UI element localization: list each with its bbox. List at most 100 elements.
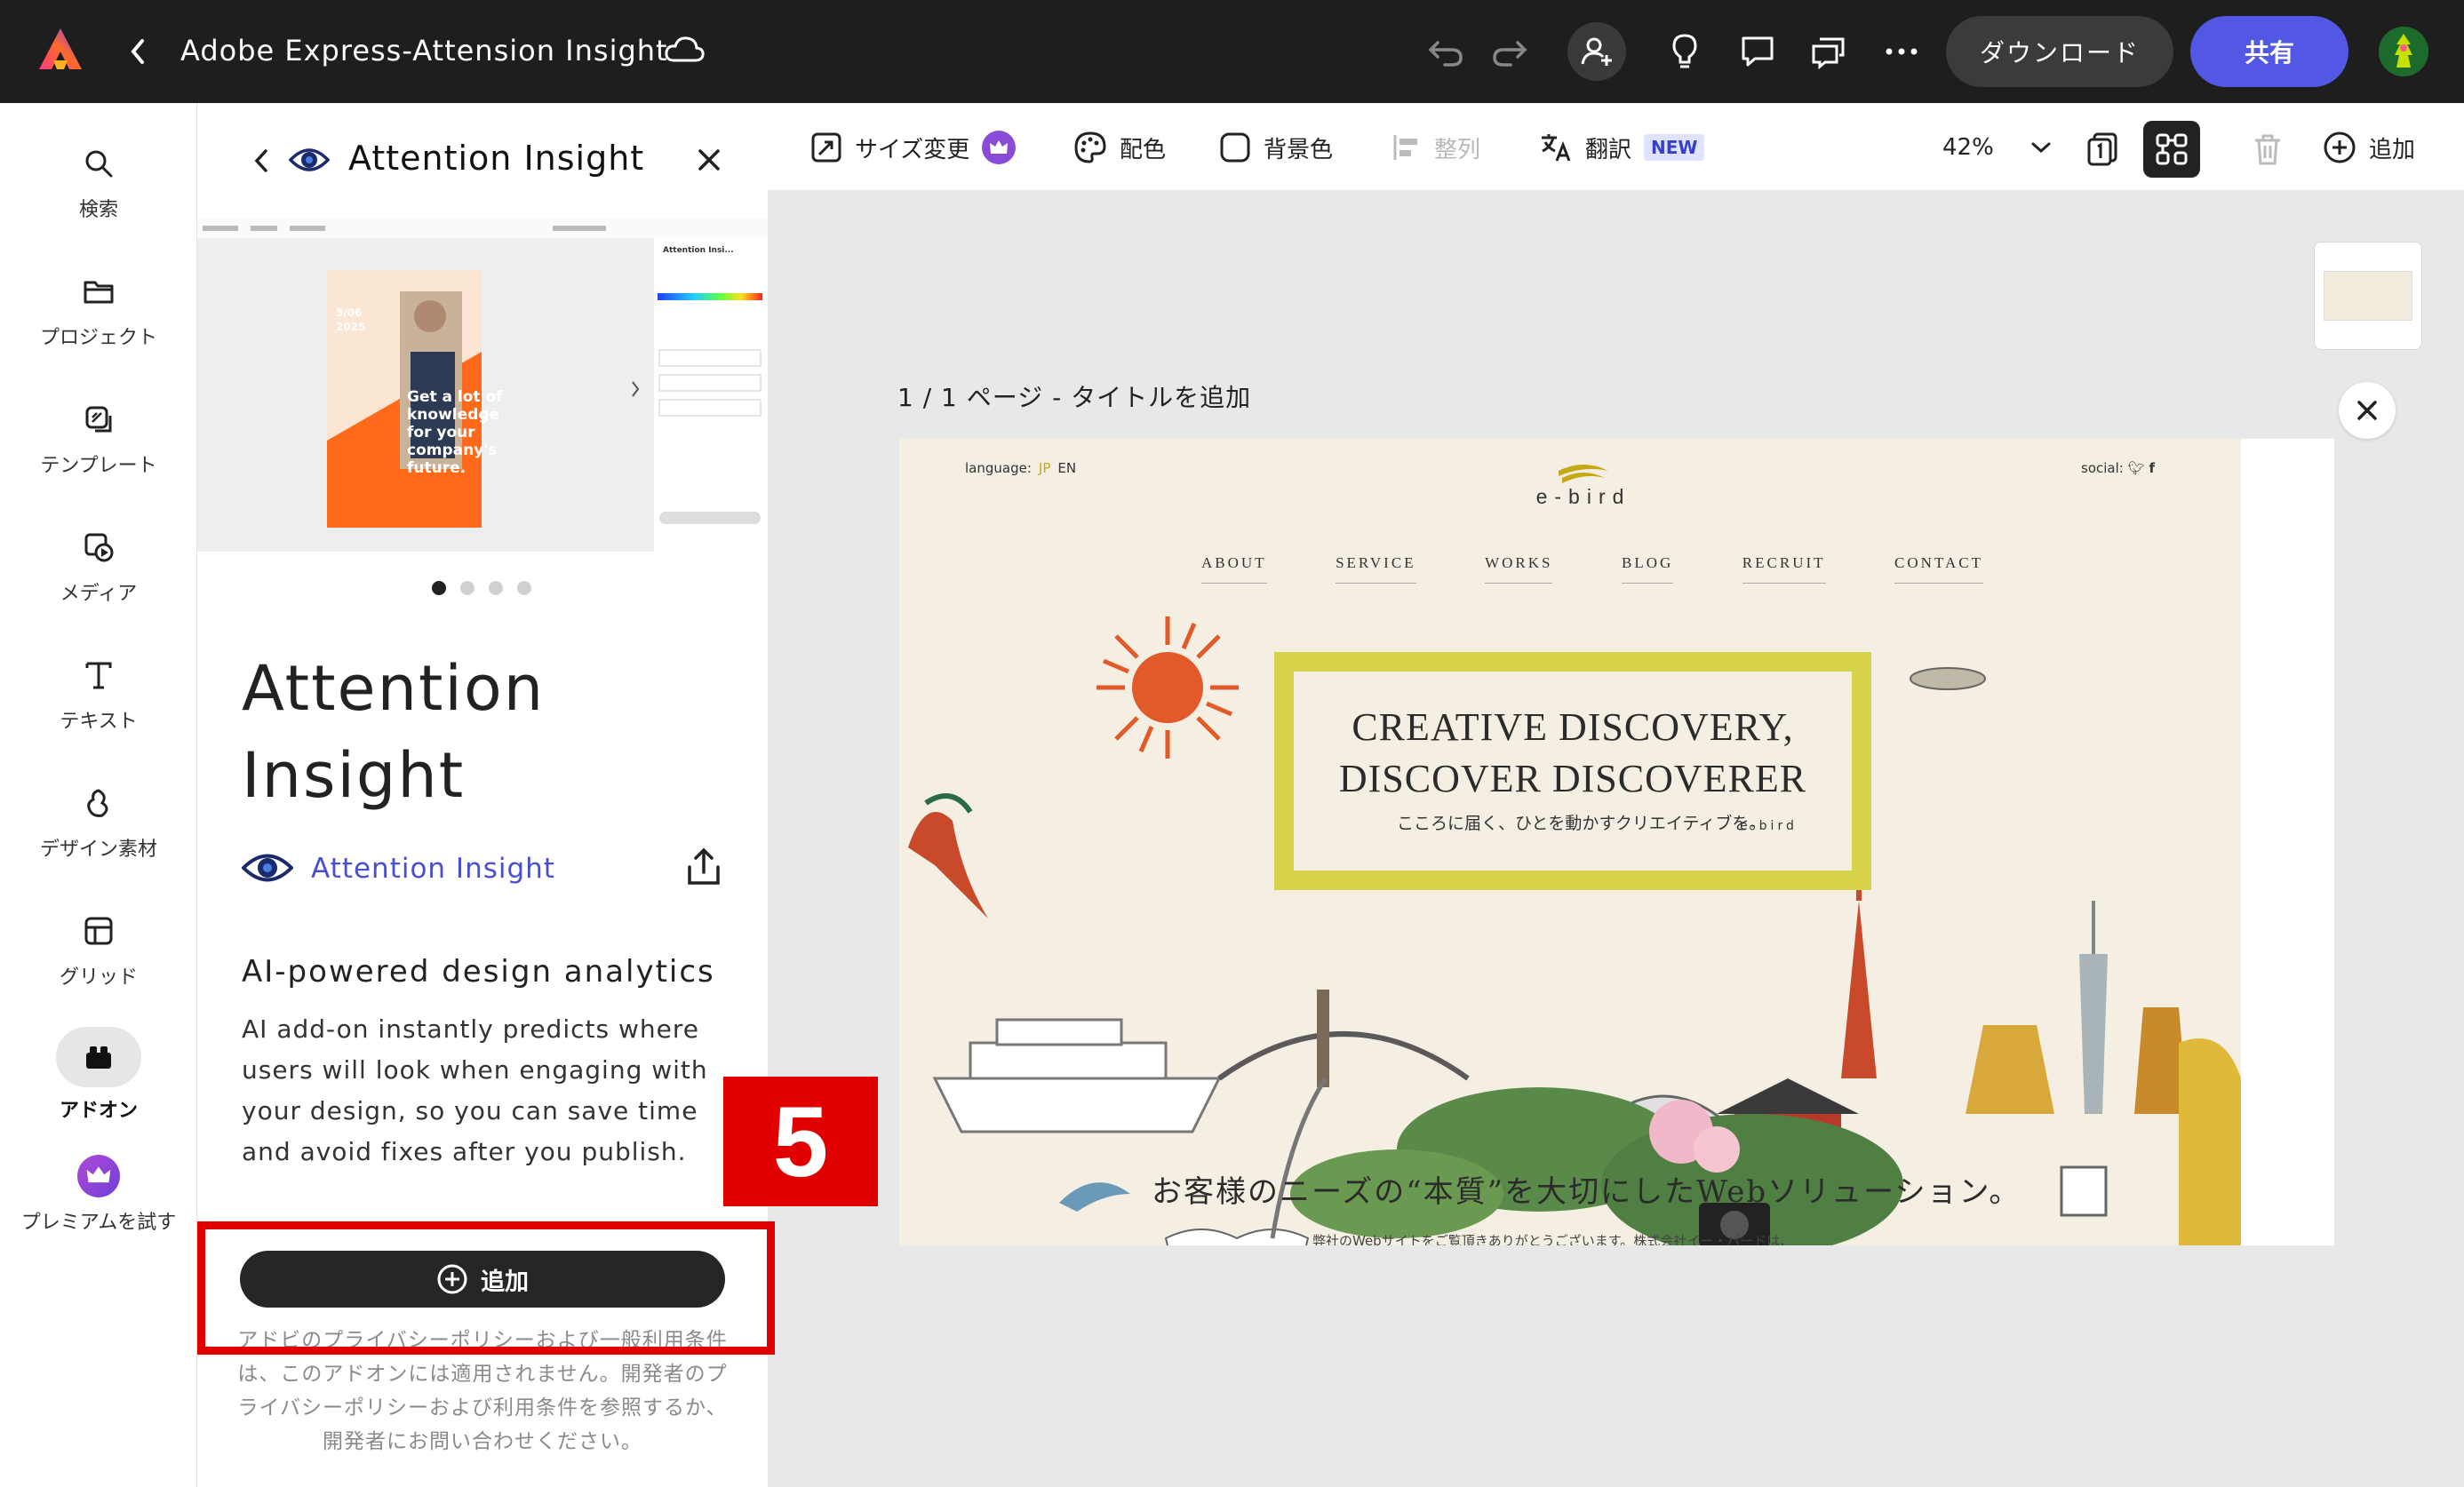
download-button[interactable]: ダウンロード <box>1946 16 2173 87</box>
addon-icon <box>56 1027 141 1087</box>
ebird-logo-text: e-bird <box>1535 485 1631 508</box>
page-title-label[interactable]: 1 / 1 ページ - タイトルを追加 <box>897 378 1251 414</box>
carousel-dot[interactable] <box>432 581 446 595</box>
background-color-button[interactable]: 背景色 <box>1219 130 1333 165</box>
translate-label: 翻訳 <box>1585 136 1632 163</box>
crown-icon <box>982 131 1017 164</box>
add-label: 追加 <box>2369 136 2416 163</box>
addon-title: Attention Insight <box>242 652 546 812</box>
rail-item-templates[interactable]: テンプレート <box>0 386 197 501</box>
resize-icon <box>811 132 841 163</box>
attention-insight-eye-icon <box>289 148 330 171</box>
rail-item-addons[interactable]: アドオン <box>0 1023 197 1139</box>
site-intro-text: 弊社のWebサイトをご覧頂きありがとうございます。株式会社イー・バードは、 <box>1312 1233 1794 1245</box>
translate-button[interactable]: 翻訳 NEW <box>1539 130 1705 165</box>
lightbulb-icon[interactable] <box>1658 25 1711 78</box>
page-number-icon[interactable] <box>2074 121 2131 178</box>
close-icon[interactable] <box>695 146 723 174</box>
rail-label: プロジェクト <box>39 327 157 349</box>
comment-icon[interactable] <box>1731 25 1784 78</box>
resize-button[interactable]: サイズ変更 <box>810 130 1017 165</box>
step-number-badge: 5 <box>723 1077 878 1206</box>
hero-sub-logo: e-bird <box>1740 819 1798 833</box>
present-icon[interactable] <box>1802 25 1855 78</box>
site-nav-item: CONTACT <box>1894 554 1983 584</box>
panel-title: Attention Insight <box>348 139 645 178</box>
color-palette-button[interactable]: 配色 <box>1073 130 1166 165</box>
carousel-dot[interactable] <box>460 581 474 595</box>
top-bar: Adobe Express-Attension Insight ダウンロード 共… <box>0 0 2464 103</box>
artboard[interactable]: language: JP EN social: 🐦︎ f e-bird ABOUT … <box>899 439 2334 1245</box>
carousel-dot[interactable] <box>517 581 531 595</box>
rail-label: アドオン <box>59 1100 138 1122</box>
hero-heading: CREATIVE DISCOVERY, DISCOVER DISCOVERER <box>1338 705 1807 800</box>
svg-text:knowledge: knowledge <box>407 406 499 424</box>
adobe-express-logo[interactable] <box>37 27 84 73</box>
social-links: social: 🐦︎ f <box>2081 460 2155 476</box>
rail-item-media[interactable]: メディア <box>0 513 197 629</box>
document-title[interactable]: Adobe Express-Attension Insight <box>180 34 668 68</box>
cloud-icon[interactable] <box>662 32 706 68</box>
align-icon <box>1393 135 1417 160</box>
twitter-icon: 🐦︎ <box>2127 460 2145 476</box>
back-chevron-icon[interactable] <box>251 146 272 176</box>
background-label: 背景色 <box>1264 136 1334 163</box>
website-screenshot: language: JP EN social: 🐦︎ f e-bird ABOUT … <box>899 439 2241 1245</box>
rail-label: デザイン素材 <box>39 839 157 861</box>
site-nav-item: SERVICE <box>1336 554 1416 584</box>
facebook-icon: f <box>2149 460 2155 476</box>
share-icon[interactable] <box>684 846 723 888</box>
svg-text:Get a lot of: Get a lot of <box>407 388 503 406</box>
rail-item-premium[interactable]: プレミアムを試す <box>0 1142 197 1258</box>
site-nav-item: WORKS <box>1485 554 1553 584</box>
addon-preview-image[interactable]: 5/06 2025 Get a lot of knowledge for you… <box>197 219 768 552</box>
editor-toolbar: サイズ変更 配色 背景色 整列 翻訳 NEW 42% 追加 <box>768 103 2464 190</box>
panel-header: Attention Insight <box>197 103 768 219</box>
crown-icon <box>77 1155 120 1197</box>
color-label: 配色 <box>1120 136 1167 163</box>
page-thumbnail[interactable] <box>2314 242 2422 350</box>
site-tagline: お客様のニーズの“本質”を大切にしたWebソリューション。 <box>1152 1174 2021 1210</box>
align-button[interactable]: 整列 <box>1391 130 1480 165</box>
redo-icon[interactable] <box>1482 25 1535 78</box>
carousel-dot[interactable] <box>489 581 503 595</box>
site-nav-item: BLOG <box>1622 554 1674 584</box>
more-icon[interactable] <box>1875 25 1928 78</box>
highlight-box <box>197 1221 775 1355</box>
text-icon <box>77 654 120 696</box>
chevron-down-icon <box>2031 142 2051 154</box>
rail-item-projects[interactable]: プロジェクト <box>0 258 197 373</box>
zoom-select[interactable]: 42% <box>1942 130 2054 165</box>
site-nav-item: ABOUT <box>1201 554 1267 584</box>
align-label: 整列 <box>1434 136 1481 163</box>
add-user-icon[interactable] <box>1567 22 1626 81</box>
close-icon[interactable] <box>2339 382 2396 439</box>
rail-item-grid[interactable]: グリッド <box>0 897 197 1013</box>
addon-description: AI add-on instantly predicts where users… <box>242 1014 708 1166</box>
delete-icon[interactable] <box>2239 121 2296 178</box>
avatar[interactable] <box>2379 27 2428 76</box>
rail-label: テキスト <box>60 711 138 733</box>
publisher-row: Attention Insight <box>242 840 739 894</box>
carousel-dots <box>432 581 531 595</box>
hero-subheading: こころに届く、ひとを動かすクリエイティブを。 <box>1397 814 1766 833</box>
plus-circle-icon <box>2324 131 2356 163</box>
svg-text:for your: for your <box>407 424 475 441</box>
back-chevron-icon[interactable] <box>124 34 151 69</box>
folder-icon <box>77 270 120 313</box>
publisher-link[interactable]: Attention Insight <box>311 853 555 885</box>
rail-label: メディア <box>60 583 138 605</box>
svg-text:Attention Insi...: Attention Insi... <box>663 246 734 255</box>
share-button[interactable]: 共有 <box>2190 16 2348 87</box>
grid-icon <box>77 910 120 952</box>
add-element-button[interactable]: 追加 <box>2323 130 2415 165</box>
rail-item-text[interactable]: テキスト <box>0 641 197 757</box>
resize-label: サイズ変更 <box>855 136 970 163</box>
rail-item-search[interactable]: 検索 <box>0 130 197 245</box>
rail-item-design-assets[interactable]: デザイン素材 <box>0 769 197 885</box>
search-icon <box>77 142 120 185</box>
layers-arrange-icon[interactable] <box>2143 121 2200 178</box>
undo-icon[interactable] <box>1420 25 1473 78</box>
website-nav: ABOUT SERVICE WORKS BLOG RECRUIT CONTACT <box>1201 554 1983 584</box>
rail-label: テンプレート <box>40 455 157 477</box>
